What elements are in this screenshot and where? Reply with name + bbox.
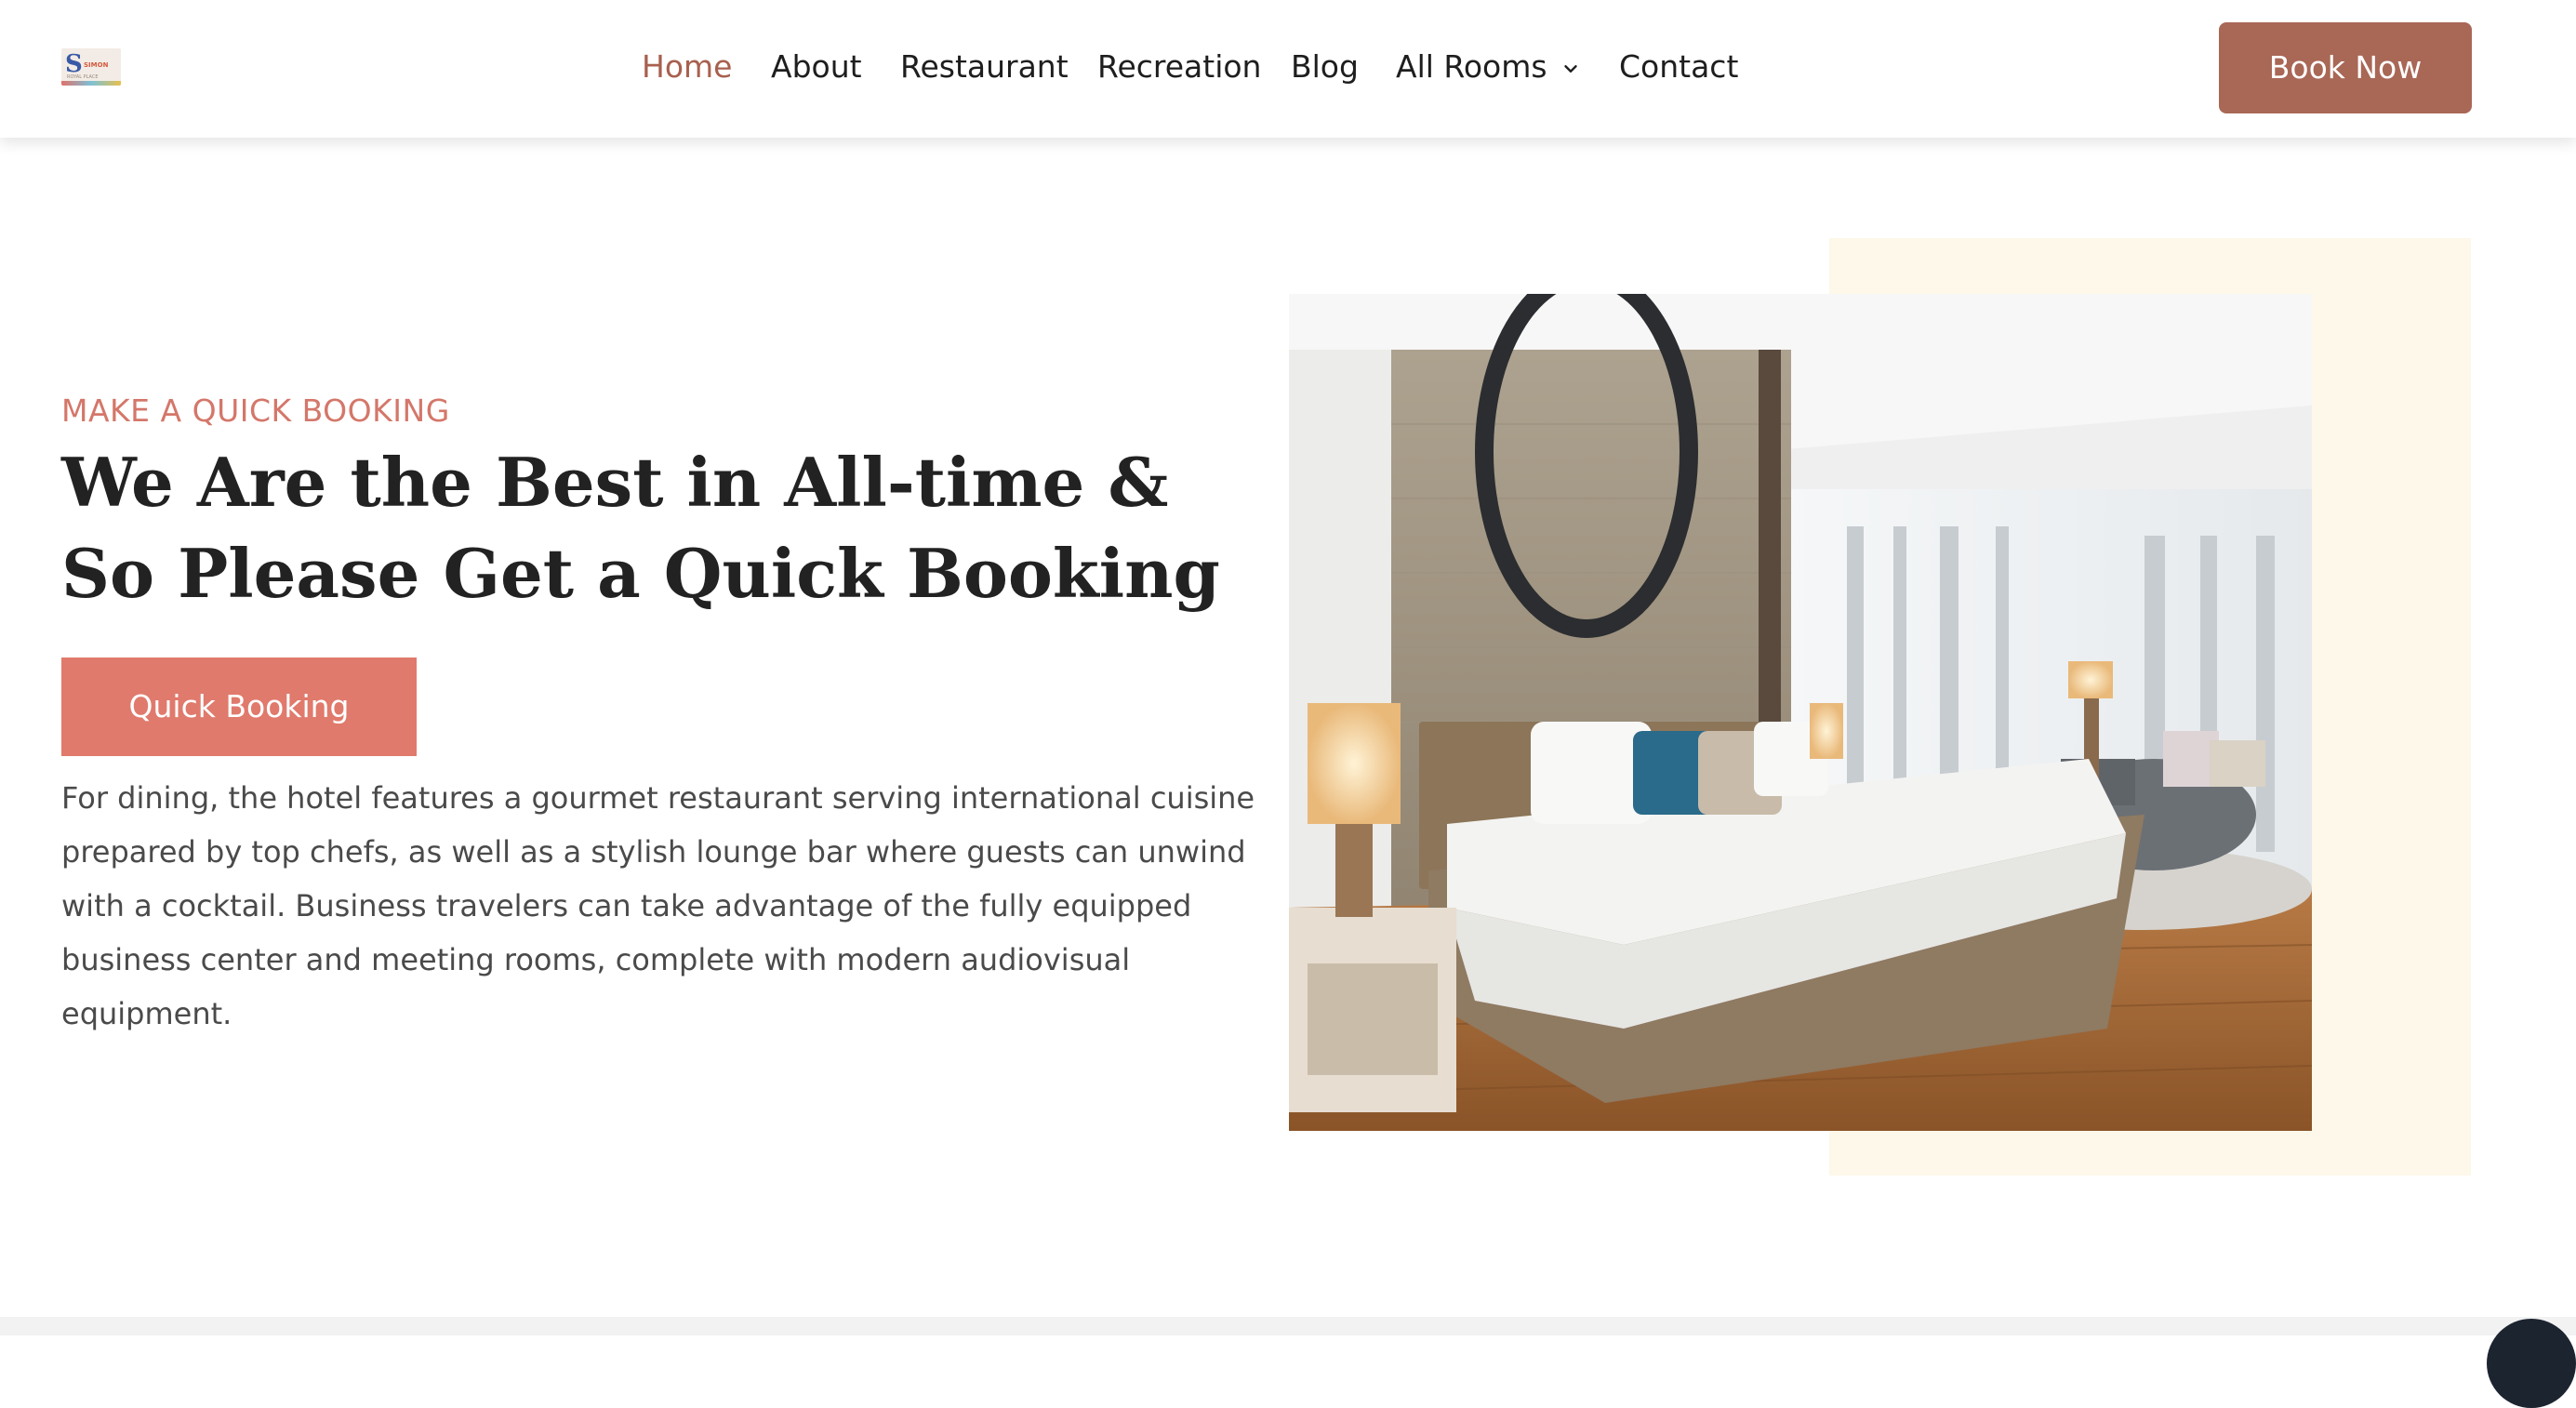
nav-contact[interactable]: Contact xyxy=(1619,46,1738,87)
main-nav: Home About Restaurant Recreation Blog Al… xyxy=(0,0,2576,138)
hotel-room-image xyxy=(1289,294,2312,1131)
nav-restaurant[interactable]: Restaurant xyxy=(900,46,1069,87)
section-eyebrow: MAKE A QUICK BOOKING xyxy=(61,392,450,429)
next-section-edge xyxy=(0,1317,2576,1335)
nav-all-rooms-label: All Rooms xyxy=(1396,48,1547,85)
nav-all-rooms[interactable]: All Rooms xyxy=(1396,46,1581,87)
nav-about[interactable]: About xyxy=(771,46,862,87)
nav-blog[interactable]: Blog xyxy=(1291,46,1359,87)
nav-home[interactable]: Home xyxy=(642,46,732,87)
site-header: S SIMON ROYAL PLACE Home About Restauran… xyxy=(0,0,2576,138)
chat-icon[interactable] xyxy=(2487,1319,2576,1408)
hero-description: For dining, the hotel features a gourmet… xyxy=(61,780,1255,1031)
nav-recreation[interactable]: Recreation xyxy=(1097,46,1261,87)
hero-headline: We Are the Best in All-time & So Please … xyxy=(61,443,1220,613)
book-now-button[interactable]: Book Now xyxy=(2219,22,2472,113)
chevron-down-icon xyxy=(1563,64,1577,73)
quick-booking-button[interactable]: Quick Booking xyxy=(61,658,417,756)
